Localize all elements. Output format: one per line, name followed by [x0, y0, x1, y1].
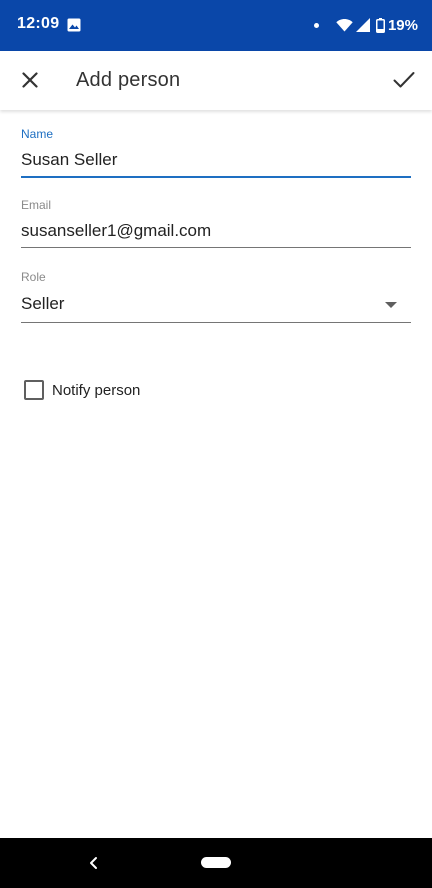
email-label: Email	[21, 198, 52, 212]
email-input[interactable]	[21, 215, 411, 248]
check-icon	[393, 72, 415, 88]
battery-percent: 19%	[387, 16, 418, 34]
notify-checkbox[interactable]	[24, 380, 44, 400]
notify-label: Notify person	[52, 381, 141, 399]
role-select[interactable]: Seller	[21, 287, 411, 323]
close-button[interactable]	[14, 64, 46, 96]
role-field: Role Seller	[21, 270, 411, 323]
image-icon	[67, 18, 81, 32]
home-pill-icon[interactable]	[201, 857, 231, 868]
close-icon	[22, 72, 38, 88]
notify-person-row[interactable]: Notify person	[24, 380, 140, 400]
status-bar: 12:09 19%	[0, 0, 432, 51]
name-label: Name	[21, 127, 54, 141]
wifi-icon	[336, 19, 353, 32]
confirm-button[interactable]	[388, 64, 420, 96]
signal-icon	[355, 18, 370, 32]
system-nav-bar	[0, 838, 432, 888]
page-title: Add person	[76, 69, 181, 91]
status-time: 12:09	[17, 15, 60, 32]
role-selected-value: Seller	[21, 294, 65, 313]
name-input[interactable]	[21, 144, 411, 178]
app-bar: Add person	[0, 51, 432, 110]
dot-icon	[313, 22, 319, 28]
role-label: Role	[21, 270, 46, 284]
dropdown-arrow-icon	[385, 302, 397, 308]
status-icons: 19%	[313, 15, 418, 35]
battery-icon	[375, 17, 385, 33]
back-icon[interactable]	[86, 854, 102, 872]
email-field: Email	[21, 198, 411, 248]
name-field: Name	[21, 127, 411, 178]
